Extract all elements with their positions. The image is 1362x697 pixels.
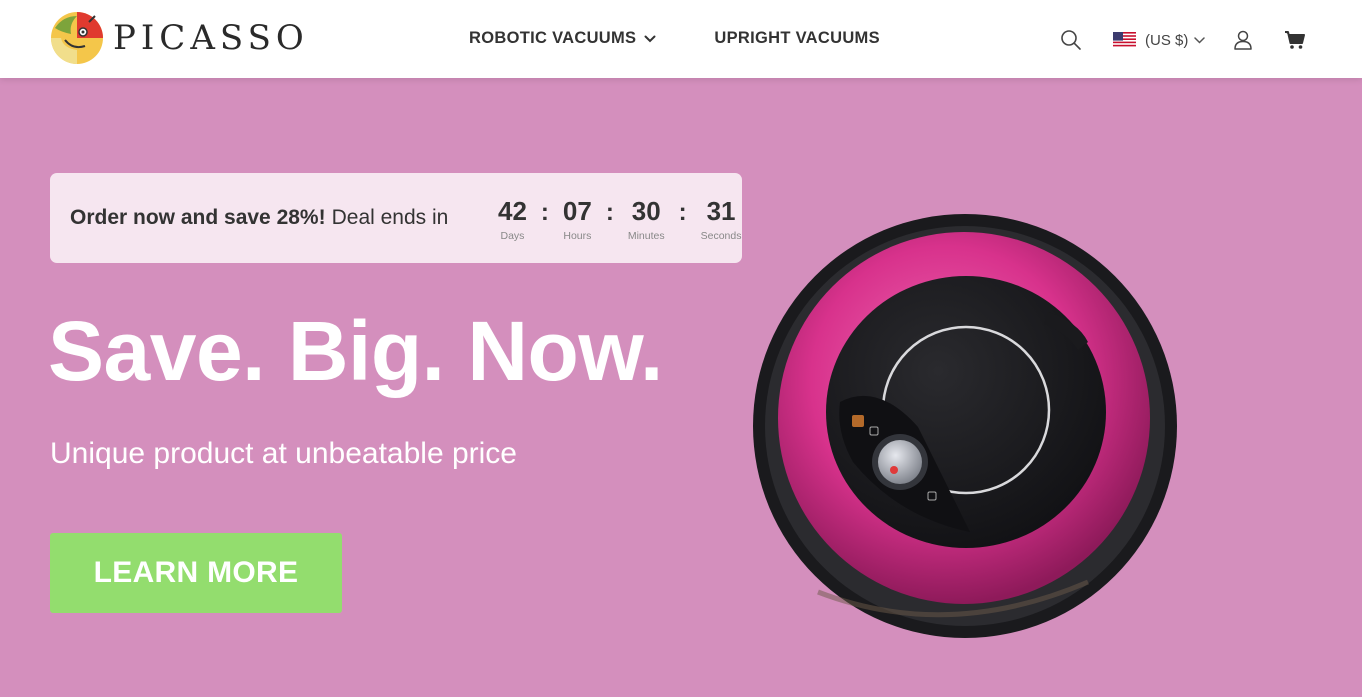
countdown-value: 31	[706, 196, 736, 226]
deal-message: Order now and save 28%! Deal ends in	[70, 206, 448, 230]
search-button[interactable]	[1059, 28, 1083, 52]
chevron-down-icon	[1194, 36, 1206, 44]
countdown-unit-label: Hours	[563, 230, 592, 242]
header-tools: (US $)	[1059, 28, 1307, 52]
countdown-separator: :	[540, 199, 549, 226]
user-icon	[1234, 30, 1253, 50]
cart-button[interactable]	[1283, 28, 1307, 52]
nav-item-label: ROBOTIC VACUUMS	[469, 29, 637, 47]
account-button[interactable]	[1231, 28, 1255, 52]
nav-item-robotic-vacuums[interactable]: ROBOTIC VACUUMS	[469, 29, 656, 48]
countdown-minutes: 30 Minutes	[628, 197, 665, 242]
deal-countdown-box: Order now and save 28%! Deal ends in 42 D…	[50, 173, 742, 263]
brand-logo[interactable]: PICASSO	[49, 10, 309, 66]
countdown-days: 42 Days	[498, 197, 527, 242]
site-header: PICASSO ROBOTIC VACUUMS UPRIGHT VACUUMS	[0, 0, 1362, 78]
countdown-timer: 42 Days : 07 Hours : 30 Minutes : 31 Sec…	[498, 197, 741, 242]
picasso-face-logo-icon	[51, 12, 103, 64]
countdown-unit-label: Seconds	[700, 230, 742, 242]
learn-more-button[interactable]: LEARN MORE	[50, 533, 342, 613]
currency-selector[interactable]: (US $)	[1113, 31, 1206, 49]
hero-subline: Unique product at unbeatable price	[50, 437, 517, 470]
countdown-unit-label: Days	[500, 230, 525, 242]
countdown-value: 07	[562, 196, 592, 226]
deal-ends-text: Deal ends in	[331, 206, 449, 229]
countdown-unit-label: Minutes	[627, 230, 665, 242]
deal-save-text: Order now and save 28%!	[70, 206, 326, 229]
countdown-value: 42	[498, 196, 527, 226]
countdown-separator: :	[605, 199, 614, 226]
robot-vacuum-image	[753, 214, 1177, 638]
hero-headline: Save. Big. Now.	[48, 304, 663, 398]
nav-item-upright-vacuums[interactable]: UPRIGHT VACUUMS	[714, 29, 880, 48]
us-flag-icon	[1113, 32, 1136, 48]
countdown-separator: :	[678, 199, 687, 226]
countdown-seconds: 31 Seconds	[701, 197, 742, 242]
brand-name: PICASSO	[113, 18, 309, 58]
nav-item-label: UPRIGHT VACUUMS	[714, 29, 880, 47]
chevron-down-icon	[644, 35, 656, 42]
search-icon	[1061, 30, 1081, 50]
countdown-value: 30	[631, 196, 661, 226]
main-nav: ROBOTIC VACUUMS UPRIGHT VACUUMS	[469, 29, 880, 48]
cart-icon	[1285, 31, 1306, 49]
currency-label: (US $)	[1145, 31, 1189, 49]
countdown-hours: 07 Hours	[563, 197, 592, 242]
